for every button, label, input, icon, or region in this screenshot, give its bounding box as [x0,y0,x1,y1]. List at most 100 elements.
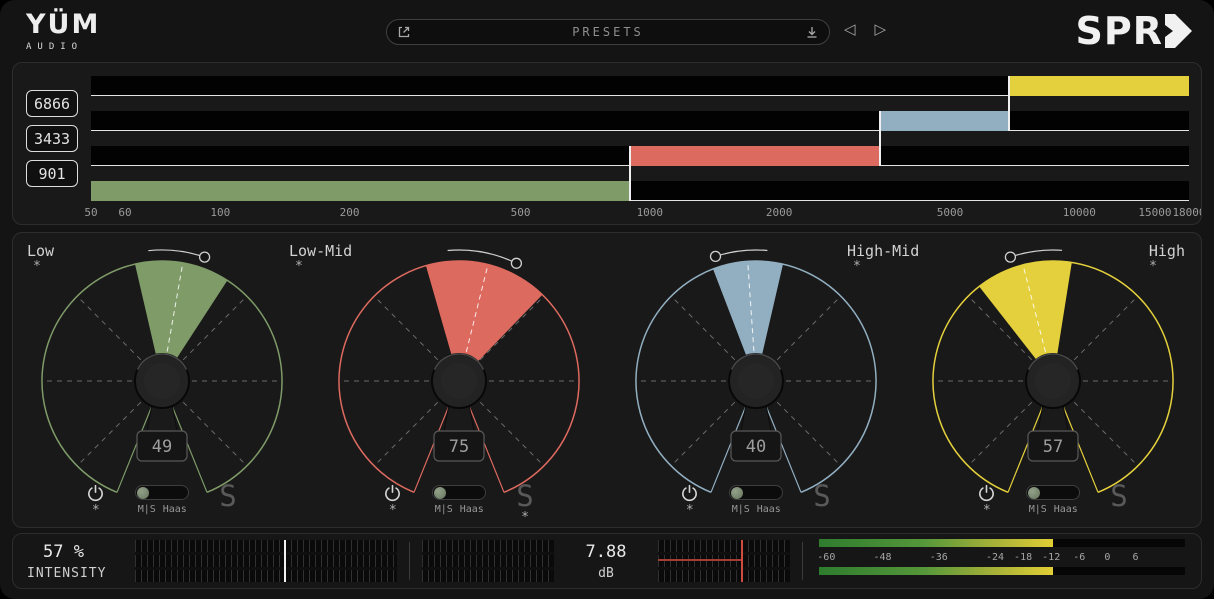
spread-value[interactable]: 57 [1042,437,1062,457]
prev-preset-button[interactable]: ◁ [844,22,856,37]
gauge-controls: * M|S Haas S [680,483,830,517]
power-asterisk: * [92,504,100,517]
toggle-label-ms: M|S [435,504,453,515]
gauge-grid: 49 * M|S Haas S [13,233,1201,527]
toggle-label-haas: Haas [757,504,781,515]
intensity-value[interactable]: 57 % [43,542,123,562]
knob-cap [441,363,477,399]
spread-gauge-display[interactable]: 75 [321,241,597,499]
intensity-slider-handle[interactable] [284,540,286,582]
band-rows [91,63,1189,224]
gauge-guide-line [777,298,839,360]
range-arc [715,250,767,256]
bottom-bar: 57 % INTENSITY 7.88 dB -60-48-36-24-18-1… [12,533,1202,589]
ms-haas-toggle[interactable] [1026,485,1080,500]
spread-value[interactable]: 75 [448,437,468,457]
preset-navigation: ◁ ▷ [844,22,886,37]
gain-slider-right[interactable] [658,540,790,582]
toggle-knob[interactable] [731,487,743,499]
range-handle[interactable] [199,252,209,262]
meter-scale--48: -48 [874,552,892,563]
band-row-low-mid [91,146,1189,166]
gauge-guide-line [375,298,437,360]
spread-gauge-display[interactable]: 40 [618,241,894,499]
power-icon[interactable] [383,483,402,502]
crossover-freq-box[interactable]: 901 [26,160,78,187]
toggle-knob[interactable] [434,487,446,499]
toggle-label-ms: M|S [1029,504,1047,515]
ms-haas-toggle[interactable] [729,485,783,500]
power-icon[interactable] [977,483,996,502]
gain-slider-handle[interactable] [741,540,743,582]
power-icon[interactable] [86,483,105,502]
top-bar: YÜM AUDIO PRESETS ◁ ▷ SPR [0,0,1214,62]
band-range-low[interactable] [91,181,630,201]
solo-button[interactable]: S [219,484,236,509]
toggle-label-ms: M|S [138,504,156,515]
power-asterisk: * [983,504,991,517]
solo-control: S [219,483,236,509]
gain-value[interactable]: 7.88 [564,542,648,562]
frequency-band-panel: 68663433901 5060100200500100020005000100… [12,62,1202,225]
crossover-handle-3433[interactable] [879,111,881,166]
save-preset-icon[interactable] [805,25,819,39]
range-handle[interactable] [511,258,521,268]
solo-control: S [813,483,830,509]
presets-label[interactable]: PRESETS [411,25,805,39]
band-row-high [91,76,1189,96]
power-asterisk: * [686,504,694,517]
toggle-labels: M|S Haas [1029,504,1078,515]
gauge-low-mid: 75 * M|S Haas S * [310,233,607,527]
gain-slider-left[interactable] [422,540,554,582]
axis-tick-200: 200 [340,206,360,219]
solo-button[interactable]: S [516,484,533,509]
gauge-low: 49 * M|S Haas S [13,233,310,527]
mode-control: M|S Haas [135,483,189,515]
spread-gauge-display[interactable]: 57 [915,241,1191,499]
axis-tick-60: 60 [118,206,131,219]
power-control: * [977,483,996,517]
meter-scale--6: -6 [1073,552,1085,563]
meter-bar-left [819,539,1185,547]
gauge-guide-line [1074,298,1136,360]
gain-over-zero-line [658,559,741,561]
level-meter-section: -60-48-36-24-18-12-606 [803,534,1201,588]
gauge-controls: * M|S Haas S * [383,483,533,524]
spread-value[interactable]: 40 [745,437,765,457]
sprd-logo: SPR [1076,9,1192,53]
knob-cap [1035,363,1071,399]
export-preset-icon[interactable] [397,25,411,39]
ms-haas-toggle[interactable] [135,485,189,500]
range-handle[interactable] [710,251,720,261]
toggle-knob[interactable] [137,487,149,499]
logo-main-text: YÜM [26,11,100,38]
output-gain-section: 7.88 dB [410,534,802,588]
band-range-high[interactable] [1009,76,1189,96]
power-control: * [383,483,402,517]
axis-tick-18000: 18000 [1172,206,1202,219]
spread-gauge-display[interactable]: 49 [24,241,300,499]
axis-tick-100: 100 [210,206,230,219]
spread-value[interactable]: 49 [151,437,171,457]
toggle-label-haas: Haas [1054,504,1078,515]
band-range-high-mid[interactable] [880,111,1009,131]
solo-button[interactable]: S [1110,484,1127,509]
axis-tick-10000: 10000 [1063,206,1096,219]
power-icon[interactable] [680,483,699,502]
ms-haas-toggle[interactable] [432,485,486,500]
gauge-controls: * M|S Haas S [86,483,236,517]
sprd-logo-d-glyph [1165,13,1192,49]
intensity-slider[interactable] [135,540,397,582]
solo-button[interactable]: S [813,484,830,509]
crossover-freq-box[interactable]: 6866 [26,90,78,117]
next-preset-button[interactable]: ▷ [875,22,887,37]
crossover-freq-box[interactable]: 3433 [26,125,78,152]
crossover-handle-901[interactable] [629,146,631,201]
preset-bar[interactable]: PRESETS [386,19,830,45]
range-handle[interactable] [1005,252,1015,262]
toggle-label-haas: Haas [163,504,187,515]
crossover-handle-6866[interactable] [1008,76,1010,131]
band-range-low-mid[interactable] [630,146,880,166]
axis-tick-5000: 5000 [937,206,964,219]
toggle-knob[interactable] [1028,487,1040,499]
